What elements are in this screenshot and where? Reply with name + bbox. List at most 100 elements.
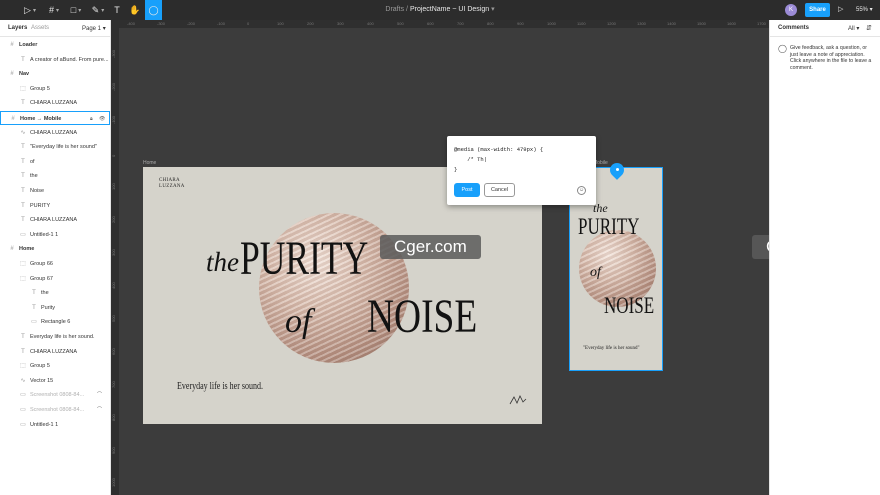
layer-label: CHIARA LUZZANA bbox=[30, 348, 78, 355]
layer-row[interactable]: ▭ Untitled-1 1 bbox=[0, 228, 110, 242]
layer-row[interactable]: ∿ CHIARA LUZZANA bbox=[0, 126, 110, 140]
comments-header: Comments All ▾ ⇵ bbox=[770, 20, 880, 37]
ruler-tick: -400 bbox=[127, 21, 136, 26]
page-selector[interactable]: Page 1 ▾ bbox=[82, 25, 106, 32]
emoji-icon[interactable]: ☺ bbox=[577, 186, 586, 195]
layer-label: A creator of aBund. From pure... bbox=[30, 56, 109, 63]
frame-label-home[interactable]: Home bbox=[143, 160, 156, 166]
layer-row[interactable]: T Purity bbox=[0, 301, 110, 315]
layer-row[interactable]: T A creator of aBund. From pure... bbox=[0, 53, 110, 67]
layer-row[interactable]: Tthe bbox=[0, 286, 110, 300]
layer-row[interactable]: T "Everyday life is her sound" bbox=[0, 140, 110, 154]
group-layer-icon: ⬚ bbox=[20, 363, 26, 370]
layer-label: Purity bbox=[41, 304, 56, 311]
ruler-tick: 1000 bbox=[547, 21, 556, 26]
shape-tool[interactable]: □ ▾ bbox=[66, 0, 86, 20]
layer-row[interactable]: ⬚ Group 5 bbox=[0, 359, 110, 373]
layer-row[interactable]: T CHIARA LUZZANA bbox=[0, 345, 110, 359]
avatar[interactable]: K bbox=[785, 4, 797, 16]
ruler-tick: 300 bbox=[111, 249, 116, 256]
ruler-tick: 500 bbox=[397, 21, 404, 26]
text-layer-icon: T bbox=[21, 188, 25, 194]
layer-row[interactable]: ▭ Screenshot 0808-84... ⌒ bbox=[0, 403, 110, 417]
frame-tool[interactable]: # ▾ bbox=[44, 0, 64, 20]
comments-filter[interactable]: All ▾ bbox=[848, 25, 859, 32]
layer-label: Untitled-1 1 bbox=[30, 421, 59, 428]
layer-label: CHIARA LUZZANA bbox=[30, 217, 78, 224]
sort-icon[interactable]: ⇵ bbox=[866, 24, 872, 32]
brand-logo: CHIARA LUZZANA bbox=[159, 178, 185, 190]
eye-icon[interactable]: 👁︎ bbox=[99, 112, 105, 124]
move-tool[interactable]: ▷ ▾ bbox=[20, 0, 40, 20]
cancel-button[interactable]: Cancel bbox=[484, 183, 515, 197]
zoom-level[interactable]: 55% ▾ bbox=[856, 3, 873, 17]
layer-label: Nav bbox=[19, 71, 30, 78]
layer-row[interactable]: # Loader bbox=[0, 38, 110, 52]
wave-logo-icon bbox=[509, 395, 527, 405]
headline-purity: PURITY bbox=[240, 232, 369, 285]
layer-row[interactable]: T Everyday life is her sound. bbox=[0, 330, 110, 344]
layer-row[interactable]: T PURITY bbox=[0, 199, 110, 213]
chevron-down-icon[interactable]: ▾ bbox=[78, 7, 81, 14]
layer-row[interactable]: ⬚ Group 66 bbox=[0, 257, 110, 271]
pen-tool[interactable]: ✎ ▾ bbox=[88, 0, 108, 20]
tab-assets[interactable]: Assets bbox=[31, 25, 49, 31]
comment-bubble-icon: ◯ bbox=[778, 44, 787, 53]
comments-hint: Give feedback, ask a question, or just l… bbox=[790, 45, 872, 71]
layer-row[interactable]: T CHIARA LUZZANA bbox=[0, 96, 110, 110]
project-name[interactable]: ProjectName ~ UI Design bbox=[410, 6, 489, 13]
ruler-tick: 900 bbox=[517, 21, 524, 26]
layer-row[interactable]: # Home → Mobile 🔒︎ 👁︎ bbox=[0, 111, 110, 125]
breadcrumb-folder[interactable]: Drafts bbox=[385, 6, 404, 13]
comment-input[interactable]: @media (max-width: 479px) { /* Th| } bbox=[454, 145, 543, 175]
text-layer-icon: T bbox=[32, 290, 36, 297]
layer-label: the bbox=[30, 173, 38, 180]
text-tool[interactable]: T bbox=[110, 0, 124, 20]
frame-layer-icon: # bbox=[11, 116, 15, 122]
hidden-eye-icon[interactable]: ⌒ bbox=[97, 388, 102, 402]
layer-label: Vector 15 bbox=[30, 377, 54, 384]
frame-layer-icon: # bbox=[10, 42, 14, 48]
layer-row[interactable]: ⬚ Group 67 bbox=[0, 272, 110, 286]
ruler-tick: 1300 bbox=[637, 21, 646, 26]
move-tool-icon: ▷ bbox=[24, 4, 31, 15]
layer-row[interactable]: ⬚ Group 5 bbox=[0, 82, 110, 96]
layer-row[interactable]: ▭ Screenshot 0808-84... ⌒ bbox=[0, 388, 110, 402]
layer-row[interactable]: # Home bbox=[0, 242, 110, 256]
layer-row[interactable]: T CHIARA LUZZANA bbox=[0, 213, 110, 227]
layer-row[interactable]: Tof bbox=[0, 155, 110, 169]
headline-the: the bbox=[206, 247, 239, 277]
play-icon[interactable]: ▷ bbox=[838, 3, 843, 17]
comments-title: Comments bbox=[778, 25, 810, 31]
top-toolbar: ▷ ▾ # ▾ □ ▾ ✎ ▾ T ✋ ◯ Drafts / ProjectName ~ UI De… bbox=[0, 0, 880, 20]
image-layer-icon: ▭ bbox=[20, 421, 26, 428]
layer-row[interactable]: Tthe bbox=[0, 169, 110, 183]
share-button[interactable]: Share bbox=[805, 3, 830, 17]
lock-icon[interactable]: 🔒︎ bbox=[90, 112, 93, 124]
layer-row[interactable]: ∿ Vector 15 bbox=[0, 374, 110, 388]
hand-tool[interactable]: ✋ bbox=[128, 0, 142, 20]
panel-tabs: Layers Assets Page 1 ▾ bbox=[0, 20, 110, 37]
layer-row[interactable]: ▭ Rectangle 6 bbox=[0, 315, 110, 329]
layer-label: Untitled-1 1 bbox=[30, 231, 59, 238]
layer-row[interactable]: ▭ Untitled-1 1 bbox=[0, 418, 110, 432]
post-button[interactable]: Post bbox=[454, 183, 480, 197]
tab-layers[interactable]: Layers bbox=[8, 25, 27, 31]
chevron-down-icon[interactable]: ▾ bbox=[491, 6, 495, 13]
chevron-down-icon[interactable]: ▾ bbox=[33, 7, 36, 14]
ruler-tick: 300 bbox=[337, 21, 344, 26]
chevron-down-icon[interactable]: ▾ bbox=[56, 7, 59, 14]
ruler-tick: 100 bbox=[277, 21, 284, 26]
hidden-eye-icon[interactable]: ⌒ bbox=[97, 403, 102, 417]
frame-home[interactable]: CHIARA LUZZANA the PURITY of NOISE Every… bbox=[143, 167, 542, 424]
tagline: Everyday life is her sound. bbox=[177, 381, 263, 392]
ruler-tick: -100 bbox=[217, 21, 226, 26]
text-layer-icon: T bbox=[21, 202, 25, 209]
ruler-tick: 1200 bbox=[607, 21, 616, 26]
layer-row[interactable]: # Nav bbox=[0, 67, 110, 81]
layers-panel: Layers Assets Page 1 ▾ # Loader T A creator… bbox=[0, 20, 111, 495]
comment-tool[interactable]: ◯ bbox=[145, 0, 162, 20]
chevron-down-icon[interactable]: ▾ bbox=[101, 7, 104, 14]
ruler-tick: 1500 bbox=[697, 21, 706, 26]
layer-row[interactable]: T Noise bbox=[0, 184, 110, 198]
